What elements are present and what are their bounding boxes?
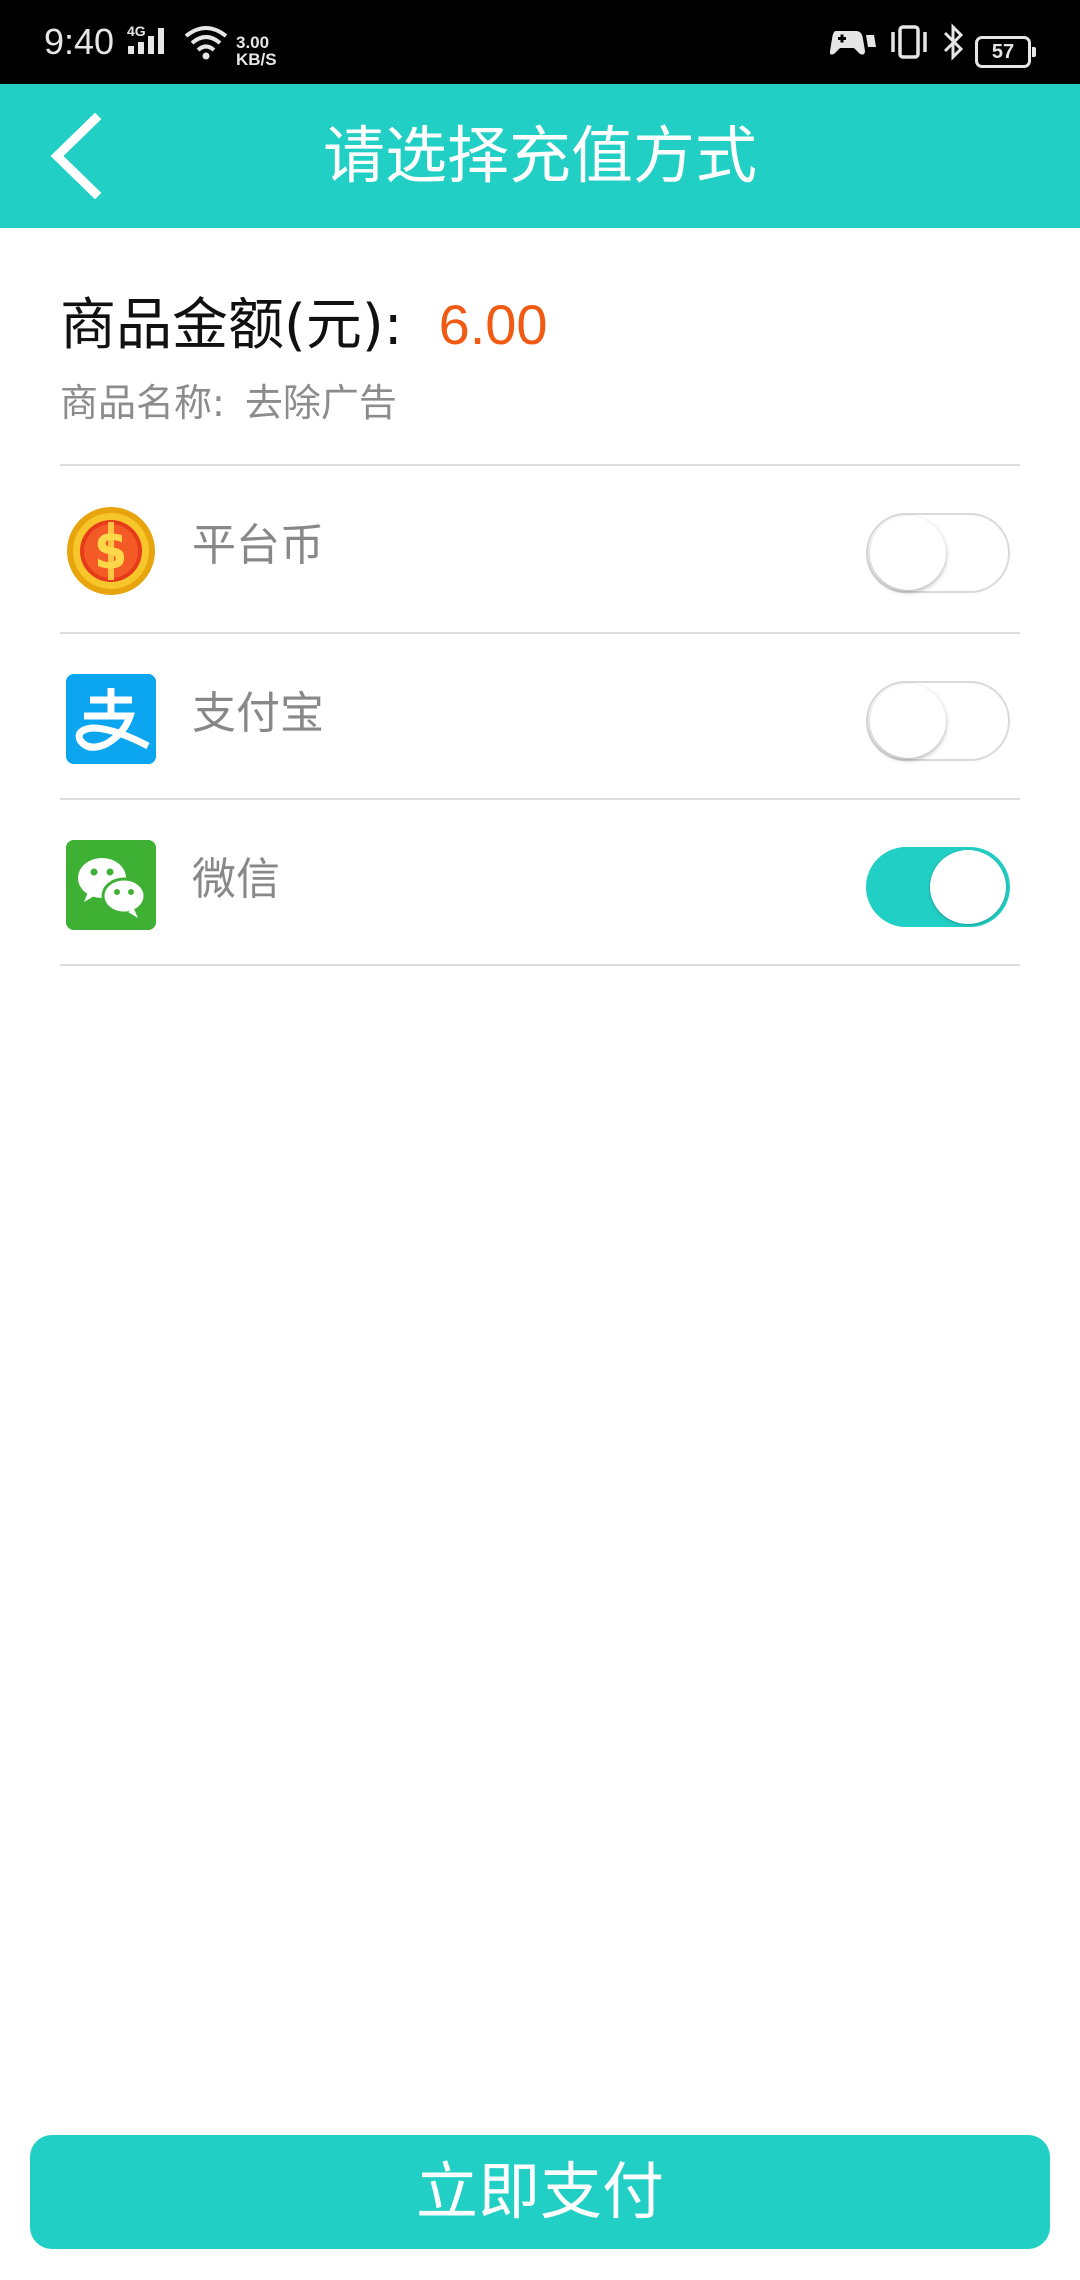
platform-coin-icon: S — [66, 506, 156, 596]
toggle-knob — [870, 516, 946, 590]
payment-label-wechat: 微信 — [192, 854, 280, 905]
status-time: 9:40 — [44, 21, 115, 62]
vibrate-icon — [886, 0, 932, 84]
toggle-knob — [870, 684, 946, 758]
amount-value: 6.00 — [438, 293, 548, 356]
product-name-value: 去除广告 — [244, 381, 397, 425]
divider — [60, 964, 1020, 966]
alipay-icon — [66, 674, 156, 764]
speed-unit: KB/S — [236, 50, 277, 69]
payment-label-platform-coin: 平台币 — [192, 520, 324, 571]
chevron-left-icon — [50, 113, 102, 199]
network-type-label: 4G — [127, 23, 146, 39]
payment-option-wechat[interactable]: 微信 — [60, 800, 1020, 966]
battery-icon: 57 — [975, 36, 1036, 68]
payment-option-platform-coin[interactable]: S 平台币 — [60, 466, 1020, 632]
network-speed: 3.00 KB/S — [236, 34, 277, 68]
app-header: 请选择充值方式 — [0, 84, 1080, 228]
toggle-wechat[interactable] — [866, 847, 1010, 927]
payment-label-alipay: 支付宝 — [192, 688, 324, 739]
page-title: 请选择充值方式 — [322, 119, 757, 192]
toggle-alipay[interactable] — [866, 681, 1010, 761]
bluetooth-icon — [942, 0, 966, 84]
game-controller-icon — [830, 0, 876, 84]
status-bar: 9:40 4G 3.00 KB/S 57 — [0, 0, 1080, 84]
wechat-icon — [66, 840, 156, 930]
speed-value: 3.00 — [236, 33, 270, 52]
product-name-row: 商品名称: 去除广告 — [60, 372, 397, 427]
wifi-icon — [184, 0, 228, 84]
amount-row: 商品金额(元): 6.00 — [60, 280, 548, 360]
amount-label: 商品金额(元): — [60, 293, 403, 358]
product-name-label: 商品名称: — [60, 381, 225, 425]
toggle-knob — [930, 850, 1006, 924]
payment-option-alipay[interactable]: 支付宝 — [60, 634, 1020, 800]
signal-icon: 4G — [126, 0, 172, 84]
back-button[interactable] — [30, 104, 120, 208]
pay-now-button[interactable]: 立即支付 — [30, 2135, 1050, 2249]
toggle-platform-coin[interactable] — [866, 513, 1010, 593]
